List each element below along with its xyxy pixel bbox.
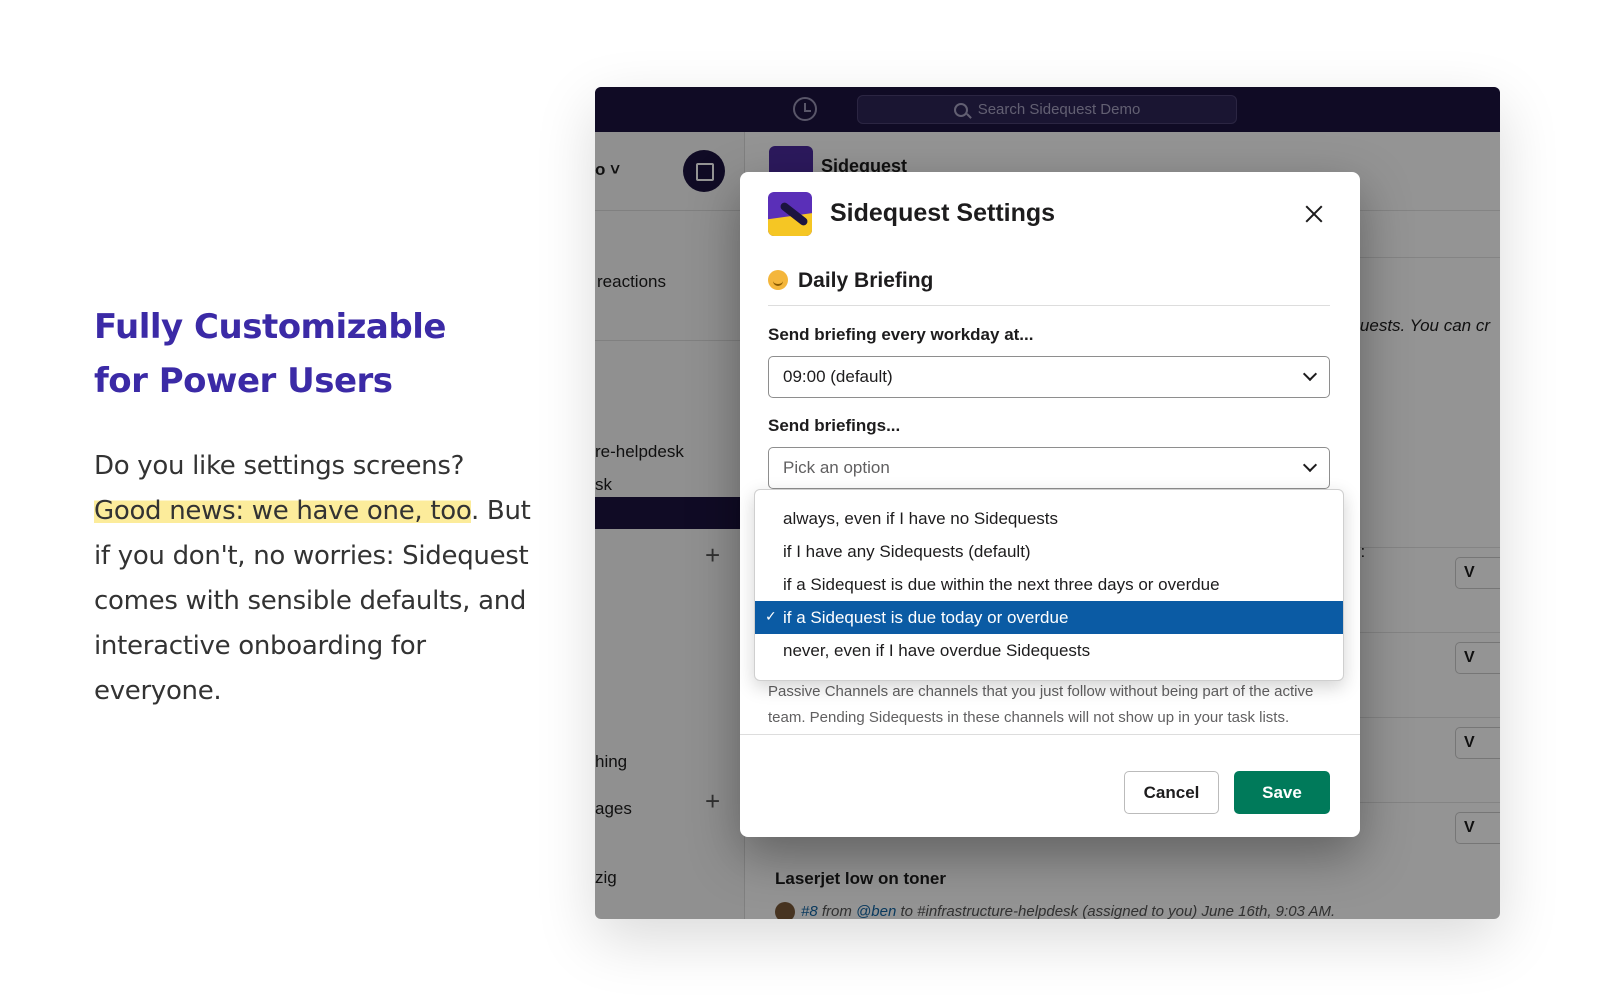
briefing-time-select[interactable]: 09:00 (default) [768, 356, 1330, 398]
briefing-time-value: 09:00 (default) [783, 367, 893, 386]
heading-line-2: for Power Users [94, 361, 393, 401]
section-title: Daily Briefing [798, 269, 934, 292]
body-part-1: Do you like settings screens? [94, 451, 465, 481]
briefing-condition-label: Send briefings... [768, 416, 901, 435]
briefing-condition-select[interactable]: Pick an option [768, 447, 1330, 489]
section-divider [768, 305, 1330, 306]
chevron-down-icon [1302, 457, 1318, 473]
dropdown-option[interactable]: ✓ if a Sidequest is due today or overdue [755, 601, 1343, 634]
option-label: never, even if I have overdue Sidequests [783, 641, 1091, 660]
briefing-time-label: Send briefing every workday at... [768, 325, 1034, 344]
heading-line-1: Fully Customizable [94, 307, 446, 347]
footer-divider [740, 734, 1360, 735]
app-window: Search Sidequest Demo o ˅ reactions re-h… [595, 87, 1500, 919]
dropdown-option[interactable]: if a Sidequest is due within the next th… [755, 568, 1343, 601]
option-label: if a Sidequest is due within the next th… [783, 575, 1220, 594]
sun-emoji-icon [768, 270, 788, 290]
dropdown-option[interactable]: always, even if I have no Sidequests [755, 502, 1343, 535]
close-icon[interactable] [1302, 202, 1326, 226]
cancel-button[interactable]: Cancel [1124, 771, 1219, 814]
option-label: always, even if I have no Sidequests [783, 509, 1058, 528]
dropdown-option[interactable]: if I have any Sidequests (default) [755, 535, 1343, 568]
chevron-down-icon [1302, 366, 1318, 382]
passive-channels-help: Passive Channels are channels that you j… [768, 683, 1314, 726]
option-label: if I have any Sidequests (default) [783, 542, 1031, 561]
settings-modal: Sidequest Settings Daily Briefing Send b… [740, 172, 1360, 837]
option-label: if a Sidequest is due today or overdue [783, 608, 1069, 627]
options-dropdown: always, even if I have no Sidequests if … [754, 489, 1344, 681]
dropdown-option[interactable]: never, even if I have overdue Sidequests [755, 634, 1343, 667]
marketing-copy: Fully Customizable for Power Users Do yo… [94, 300, 534, 714]
marketing-body: Do you like settings screens? Good news: … [94, 444, 534, 714]
briefing-condition-placeholder: Pick an option [783, 458, 890, 477]
check-icon: ✓ [765, 609, 777, 625]
save-button[interactable]: Save [1234, 771, 1330, 814]
sidequest-logo-icon [768, 192, 812, 236]
modal-title: Sidequest Settings [830, 199, 1056, 227]
body-part-2: . But if you don't, no worries: Sideques… [94, 496, 531, 706]
body-highlight: Good news: we have one, too [94, 496, 471, 526]
marketing-heading: Fully Customizable for Power Users [94, 300, 534, 408]
